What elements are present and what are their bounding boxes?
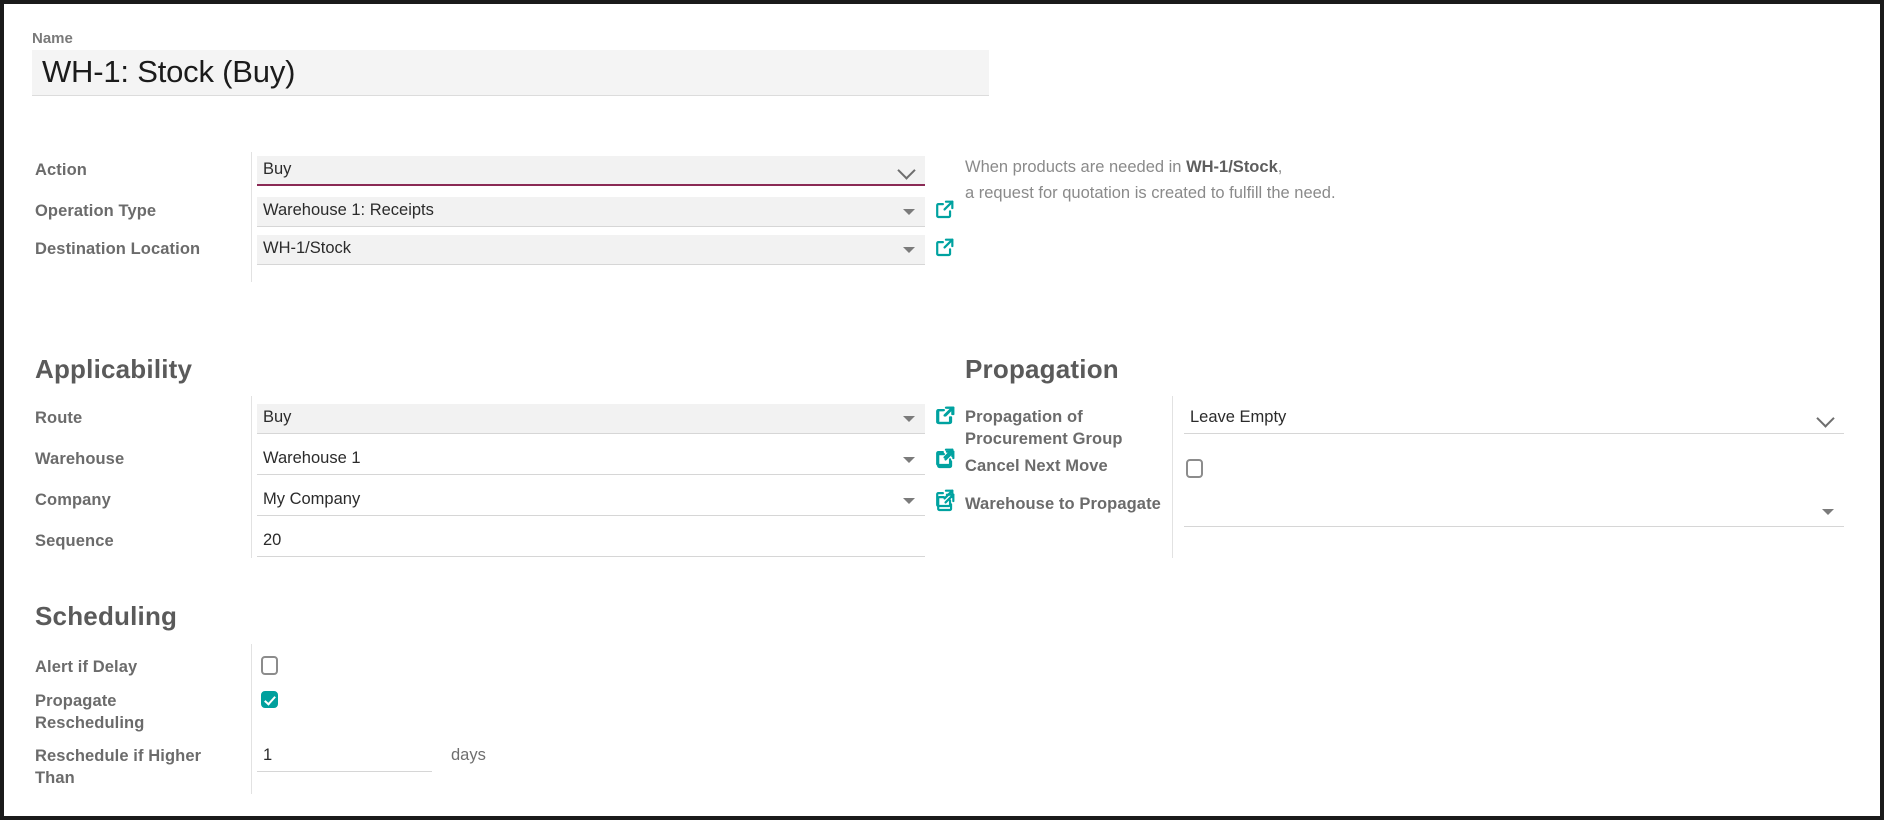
action-helper-line-1: When products are needed in WH-1/Stock, <box>965 154 1282 180</box>
warehouse-to-propagate-input[interactable] <box>1184 497 1844 527</box>
chevron-down-icon <box>1816 409 1835 428</box>
triangle-down-icon <box>903 247 915 253</box>
propagation-group-external-link-icon[interactable] <box>935 404 957 426</box>
helper-line1-post: , <box>1277 158 1283 176</box>
name-field-label: Name <box>32 30 73 47</box>
warehouse-value: Warehouse 1 <box>263 449 361 467</box>
cancel-next-move-label: Cancel Next Move <box>965 457 1108 475</box>
propagation-divider <box>1172 396 1173 558</box>
propagation-group-value: Leave Empty <box>1190 408 1287 426</box>
reschedule-days-suffix: days <box>451 746 486 764</box>
triangle-down-icon <box>903 209 915 215</box>
triangle-down-icon <box>903 416 915 422</box>
reschedule-if-higher-than-label: Reschedule if Higher Than <box>35 747 202 787</box>
name-input[interactable]: WH-1: Stock (Buy) <box>32 50 989 96</box>
destination-location-label: Destination Location <box>35 238 235 260</box>
alert-if-delay-label: Alert if Delay <box>35 658 138 676</box>
destination-location-label-text: Destination Location <box>35 240 201 258</box>
destination-location-value: WH-1/Stock <box>263 239 352 257</box>
action-label: Action <box>35 161 87 179</box>
operation-type-value: Warehouse 1: Receipts <box>263 201 434 219</box>
sequence-input[interactable]: 20 <box>257 527 925 557</box>
propagation-group-label: Propagation of Procurement Group <box>965 408 1123 448</box>
propagation-section-title: Propagation <box>965 354 1119 384</box>
operation-type-external-link-icon[interactable] <box>934 198 956 220</box>
alert-if-delay-checkbox[interactable] <box>261 656 278 675</box>
action-helper-line-2: a request for quotation is created to fu… <box>965 184 1336 202</box>
form-canvas: Name WH-1: Stock (Buy) Action Buy Operat… <box>4 4 1880 816</box>
operation-type-input[interactable]: Warehouse 1: Receipts <box>257 197 925 227</box>
destination-location-external-link-icon[interactable] <box>934 236 956 258</box>
action-select[interactable]: Buy <box>257 156 925 186</box>
helper-line1-pre: When products are needed in <box>965 158 1187 176</box>
sequence-value: 20 <box>263 531 282 549</box>
warehouse-to-propagate-external-link-icon[interactable] <box>935 491 957 513</box>
helper-line1-bold: WH-1/Stock <box>1186 158 1278 176</box>
name-input-value: WH-1: Stock (Buy) <box>42 54 296 89</box>
company-value: My Company <box>263 490 361 508</box>
applicability-divider <box>251 396 252 558</box>
propagation-group-select[interactable]: Leave Empty <box>1184 404 1844 434</box>
form-page: Name WH-1: Stock (Buy) Action Buy Operat… <box>0 0 1884 820</box>
cancel-next-move-checkbox[interactable] <box>1186 459 1203 478</box>
triangle-down-icon <box>903 498 915 504</box>
scheduling-divider <box>251 644 252 794</box>
warehouse-to-propagate-label: Warehouse to Propagate <box>965 495 1161 513</box>
scheduling-section-title: Scheduling <box>35 601 178 631</box>
reschedule-if-higher-than-input[interactable]: 1 <box>257 742 432 772</box>
chevron-down-icon <box>897 161 916 180</box>
route-label: Route <box>35 409 83 427</box>
triangle-down-icon <box>903 457 915 463</box>
company-label: Company <box>35 491 111 509</box>
top-group-divider <box>251 152 252 282</box>
operation-type-label: Operation Type <box>35 202 157 220</box>
company-input[interactable]: My Company <box>257 486 925 516</box>
triangle-down-icon <box>1822 509 1834 515</box>
reschedule-if-higher-than-value: 1 <box>263 746 273 764</box>
propagate-rescheduling-label: Propagate Rescheduling <box>35 692 145 732</box>
warehouse-label: Warehouse <box>35 450 125 468</box>
destination-location-input[interactable]: WH-1/Stock <box>257 235 925 265</box>
route-input[interactable]: Buy <box>257 404 925 434</box>
applicability-section-title: Applicability <box>35 354 193 384</box>
cancel-next-move-external-link-icon[interactable] <box>935 448 957 470</box>
sequence-label: Sequence <box>35 532 114 550</box>
route-value: Buy <box>263 408 292 426</box>
propagate-rescheduling-checkbox[interactable] <box>261 691 278 708</box>
warehouse-input[interactable]: Warehouse 1 <box>257 445 925 475</box>
action-value: Buy <box>263 160 292 178</box>
